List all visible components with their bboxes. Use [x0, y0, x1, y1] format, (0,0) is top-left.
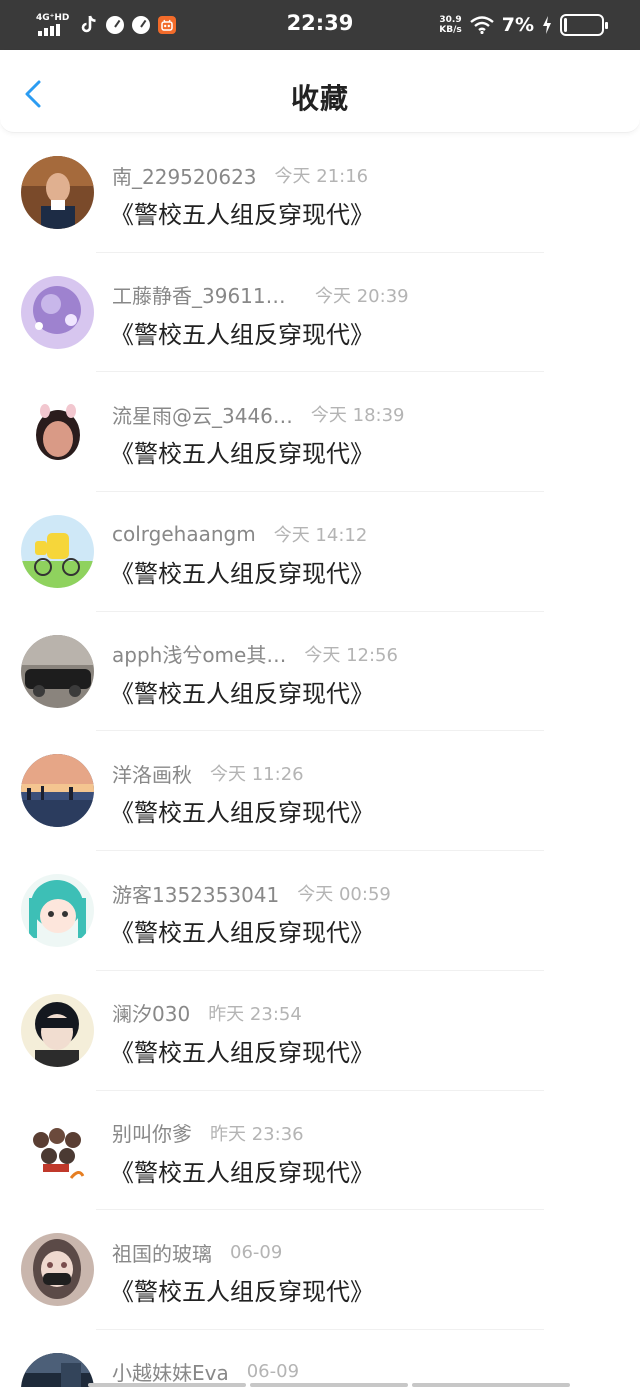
book-title[interactable]: 《警校五人组反穿现代》	[110, 554, 374, 589]
timestamp: 06-09	[230, 1241, 283, 1263]
list-item[interactable]: 别叫你爹 昨天 23:36 《警校五人组反穿现代》	[0, 1091, 640, 1211]
username[interactable]: 洋洛画秋	[112, 759, 192, 788]
timestamp: 今天 18:39	[310, 405, 405, 427]
battery-icon	[560, 14, 608, 36]
book-title[interactable]: 《警校五人组反穿现代》	[110, 913, 374, 948]
username[interactable]: 别叫你爹	[112, 1118, 192, 1147]
username[interactable]: 游客1352353041	[112, 879, 279, 908]
avatar[interactable]	[21, 156, 94, 229]
avatar[interactable]	[21, 395, 94, 469]
nav-header: 收藏	[0, 50, 640, 133]
username[interactable]: 工藤静香_396113…	[112, 280, 297, 309]
username[interactable]: 澜汐030	[112, 998, 190, 1027]
avatar[interactable]	[21, 993, 94, 1067]
list-item[interactable]: 工藤静香_396113… 今天 20:39 《警校五人组反穿现代》	[0, 253, 640, 373]
timestamp: 今天 20:39	[315, 285, 409, 307]
timestamp: 今天 00:59	[297, 884, 391, 906]
book-title[interactable]: 《警校五人组反穿现代》	[110, 674, 374, 709]
book-title[interactable]: 《警校五人组反穿现代》	[110, 793, 374, 828]
list-item[interactable]: 南_229520623 今天 21:16 《警校五人组反穿现代》	[0, 133, 640, 253]
timestamp: 昨天 23:54	[208, 1003, 302, 1025]
list-item[interactable]: colrgehaangm 今天 14:12 《警校五人组反穿现代》	[0, 492, 640, 612]
timestamp: 06-09	[246, 1361, 300, 1383]
avatar[interactable]	[21, 275, 94, 349]
home-indicator	[88, 1383, 570, 1387]
username[interactable]: apph浅兮ome其…	[112, 639, 286, 668]
book-title[interactable]: 《警校五人组反穿现代》	[110, 1033, 374, 1068]
network-speed: 30.9 KB/s	[439, 15, 461, 35]
network-speed-value: 30.9	[439, 15, 462, 25]
timestamp: 今天 14:12	[273, 525, 368, 547]
list-item[interactable]: 流星雨@云_3446… 今天 18:39 《警校五人组反穿现代》	[0, 372, 640, 493]
list-item[interactable]: 祖国的玻璃 06-09 《警校五人组反穿现代》	[0, 1210, 640, 1330]
avatar[interactable]	[21, 1113, 94, 1187]
avatar[interactable]	[21, 634, 94, 708]
username[interactable]: colrgehaangm	[112, 522, 256, 546]
book-title[interactable]: 《警校五人组反穿现代》	[110, 434, 374, 469]
avatar[interactable]	[21, 874, 94, 948]
timestamp: 昨天 23:36	[210, 1123, 304, 1145]
book-title[interactable]: 《警校五人组反穿现代》	[110, 1272, 374, 1307]
battery-percent: 7%	[501, 14, 534, 36]
book-title[interactable]: 《警校五人组反穿现代》	[110, 195, 374, 230]
avatar[interactable]	[21, 515, 94, 589]
avatar[interactable]	[21, 1352, 94, 1387]
status-right-icons: 30.9 KB/s 7%	[439, 12, 608, 38]
status-bar: 4G⁺HD 22:39 30.9 KB/s 7%	[0, 0, 640, 50]
list-item[interactable]: 游客1352353041 今天 00:59 《警校五人组反穿现代》	[0, 851, 640, 971]
timestamp: 今天 11:26	[210, 764, 304, 786]
book-title[interactable]: 《警校五人组反穿现代》	[110, 315, 374, 350]
username[interactable]: 祖国的玻璃	[112, 1238, 212, 1267]
username[interactable]: 流星雨@云_3446…	[112, 400, 293, 429]
timestamp: 今天 21:16	[274, 166, 369, 187]
list-item[interactable]: 洋洛画秋 今天 11:26 《警校五人组反穿现代》	[0, 731, 640, 852]
wifi-icon	[469, 16, 494, 34]
list-item[interactable]: 澜汐030 昨天 23:54 《警校五人组反穿现代》	[0, 971, 640, 1091]
timestamp: 今天 12:56	[304, 644, 398, 666]
charging-icon	[542, 16, 552, 34]
avatar[interactable]	[21, 754, 94, 828]
list-item[interactable]: 小越妹妹Eva 06-09	[0, 1330, 640, 1387]
battery-fill	[564, 18, 567, 32]
username[interactable]: 南_229520623	[112, 161, 257, 190]
book-title[interactable]: 《警校五人组反穿现代》	[110, 1153, 374, 1188]
avatar[interactable]	[21, 1233, 94, 1307]
favorites-list: 南_229520623 今天 21:16 《警校五人组反穿现代》 工藤静香_39…	[0, 133, 640, 1387]
page-title: 收藏	[290, 82, 349, 115]
network-speed-unit: KB/s	[439, 25, 462, 35]
list-item[interactable]: apph浅兮ome其… 今天 12:56 《警校五人组反穿现代》	[0, 612, 640, 732]
